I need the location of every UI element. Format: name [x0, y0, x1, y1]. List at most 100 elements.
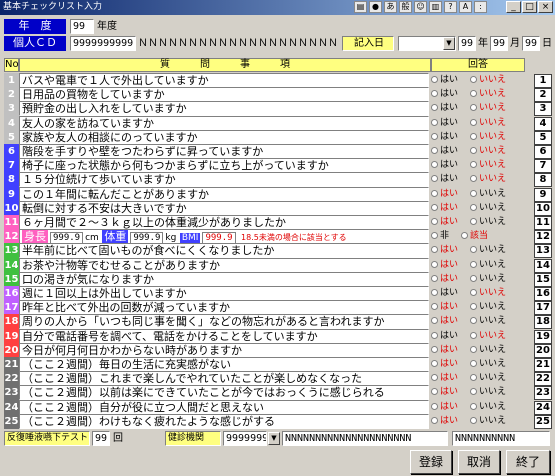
- yes-label: はい: [440, 259, 459, 270]
- title-bar: 基本チェックリスト入力 ▤ ● あ 般 ☺ ▥ ? A : _ □ ×: [0, 0, 555, 15]
- chevron-down-icon[interactable]: ▼: [443, 37, 455, 50]
- weight-input[interactable]: 999.9: [130, 232, 164, 244]
- no-radio[interactable]: いいえ: [470, 245, 506, 255]
- yes-radio[interactable]: はい: [431, 174, 458, 184]
- no-label: 該当: [470, 231, 489, 242]
- yes-radio[interactable]: はい: [431, 416, 458, 426]
- no-radio[interactable]: 該当: [461, 231, 488, 241]
- yes-radio[interactable]: はい: [431, 331, 458, 341]
- row-number-right: 11: [534, 216, 552, 230]
- yes-radio[interactable]: はい: [431, 160, 458, 170]
- chevron-down-icon[interactable]: ▼: [268, 432, 280, 445]
- no-radio[interactable]: いいえ: [470, 146, 506, 156]
- no-radio[interactable]: いいえ: [470, 132, 506, 142]
- yes-radio[interactable]: はい: [431, 132, 458, 142]
- date-year-input[interactable]: 99: [458, 36, 476, 51]
- yes-radio[interactable]: はい: [431, 260, 458, 270]
- kanji-icon[interactable]: 般: [399, 1, 412, 13]
- no-radio[interactable]: いいえ: [470, 217, 506, 227]
- yes-radio[interactable]: はい: [431, 387, 458, 397]
- help-icon[interactable]: ?: [444, 1, 457, 13]
- org-code-input[interactable]: 9999999: [223, 431, 267, 446]
- cancel-button[interactable]: 取消: [458, 450, 500, 474]
- no-radio[interactable]: いいえ: [470, 160, 506, 170]
- register-button[interactable]: 登録: [410, 450, 452, 474]
- row-number: 18: [4, 314, 19, 330]
- no-label: いいえ: [479, 401, 507, 412]
- table-row: 14 お茶や汁物等でむせることがありますか はい いいえ 14: [4, 257, 552, 273]
- row-number-right: 6: [534, 145, 552, 159]
- id-input[interactable]: 9999999999: [70, 36, 136, 51]
- swallow-test-input[interactable]: 99: [92, 431, 110, 446]
- row-number-right: 23: [534, 386, 552, 401]
- bmi-value: 999.9: [202, 232, 236, 244]
- yes-radio[interactable]: はい: [431, 203, 458, 213]
- row-number-right: 25: [534, 414, 552, 429]
- caps-icon[interactable]: A: [459, 1, 472, 13]
- date-month-input[interactable]: 99: [490, 36, 508, 51]
- no-radio[interactable]: いいえ: [470, 288, 506, 298]
- yes-radio[interactable]: はい: [431, 302, 458, 312]
- no-radio[interactable]: いいえ: [470, 174, 506, 184]
- answer-group: はい いいえ: [431, 144, 531, 159]
- no-radio[interactable]: いいえ: [470, 260, 506, 270]
- height-input[interactable]: 999.9: [50, 232, 84, 244]
- no-radio[interactable]: いいえ: [470, 373, 506, 383]
- no-radio[interactable]: いいえ: [470, 359, 506, 369]
- no-radio[interactable]: いいえ: [470, 118, 506, 128]
- no-radio[interactable]: いいえ: [470, 387, 506, 397]
- maximize-button[interactable]: □: [522, 1, 537, 13]
- yes-radio[interactable]: はい: [431, 118, 458, 128]
- no-radio[interactable]: いいえ: [470, 75, 506, 85]
- yes-radio[interactable]: はい: [431, 75, 458, 85]
- row-number-right: 18: [534, 315, 552, 330]
- hiragana-icon[interactable]: あ: [384, 1, 397, 13]
- answer-group: はい いいえ: [431, 158, 531, 173]
- globe-icon[interactable]: ●: [369, 1, 382, 13]
- yes-radio[interactable]: はい: [431, 316, 458, 326]
- no-radio[interactable]: いいえ: [470, 345, 506, 355]
- date-day-input[interactable]: 99: [522, 36, 540, 51]
- yes-radio[interactable]: はい: [431, 359, 458, 369]
- yes-radio[interactable]: はい: [431, 245, 458, 255]
- no-radio[interactable]: いいえ: [470, 402, 506, 412]
- yes-label: はい: [440, 401, 459, 412]
- minimize-button[interactable]: _: [506, 1, 521, 13]
- printer-icon[interactable]: ▤: [354, 1, 367, 13]
- answer-group: はい いいえ: [431, 385, 531, 400]
- answer-group: はい いいえ: [431, 101, 531, 116]
- yes-radio[interactable]: 非: [431, 231, 449, 241]
- no-radio[interactable]: いいえ: [470, 203, 506, 213]
- yes-radio[interactable]: はい: [431, 89, 458, 99]
- yes-radio[interactable]: はい: [431, 402, 458, 412]
- dash-icon[interactable]: :: [474, 1, 487, 13]
- face-icon[interactable]: ☺: [414, 1, 427, 13]
- close-button[interactable]: ×: [538, 1, 553, 13]
- no-radio[interactable]: いいえ: [470, 103, 506, 113]
- no-radio[interactable]: いいえ: [470, 302, 506, 312]
- answer-group: はい いいえ: [431, 215, 531, 230]
- no-radio[interactable]: いいえ: [470, 416, 506, 426]
- yes-radio[interactable]: はい: [431, 103, 458, 113]
- table-row: 21 （ここ２週間）毎日の生活に充実感がない はい いいえ 21: [4, 357, 552, 372]
- yes-radio[interactable]: はい: [431, 345, 458, 355]
- row-number: 17: [4, 300, 19, 316]
- no-radio[interactable]: いいえ: [470, 274, 506, 284]
- yes-radio[interactable]: はい: [431, 373, 458, 383]
- yes-radio[interactable]: はい: [431, 189, 458, 199]
- no-radio[interactable]: いいえ: [470, 89, 506, 99]
- yes-radio[interactable]: はい: [431, 217, 458, 227]
- yes-radio[interactable]: はい: [431, 274, 458, 284]
- table-row: 19 自分で電話番号を調べて、電話をかけることをしていますか はい いいえ 19: [4, 328, 552, 344]
- exit-button[interactable]: 終了: [506, 450, 550, 474]
- notebook-icon[interactable]: ▥: [429, 1, 442, 13]
- year-input[interactable]: 99: [70, 19, 94, 34]
- yes-radio[interactable]: はい: [431, 288, 458, 298]
- no-radio[interactable]: いいえ: [470, 331, 506, 341]
- no-radio[interactable]: いいえ: [470, 316, 506, 326]
- yes-label: はい: [440, 117, 459, 128]
- no-radio[interactable]: いいえ: [470, 189, 506, 199]
- row-number-right: 15: [534, 272, 552, 287]
- yes-radio[interactable]: はい: [431, 146, 458, 156]
- row-number-right: 7: [534, 159, 552, 174]
